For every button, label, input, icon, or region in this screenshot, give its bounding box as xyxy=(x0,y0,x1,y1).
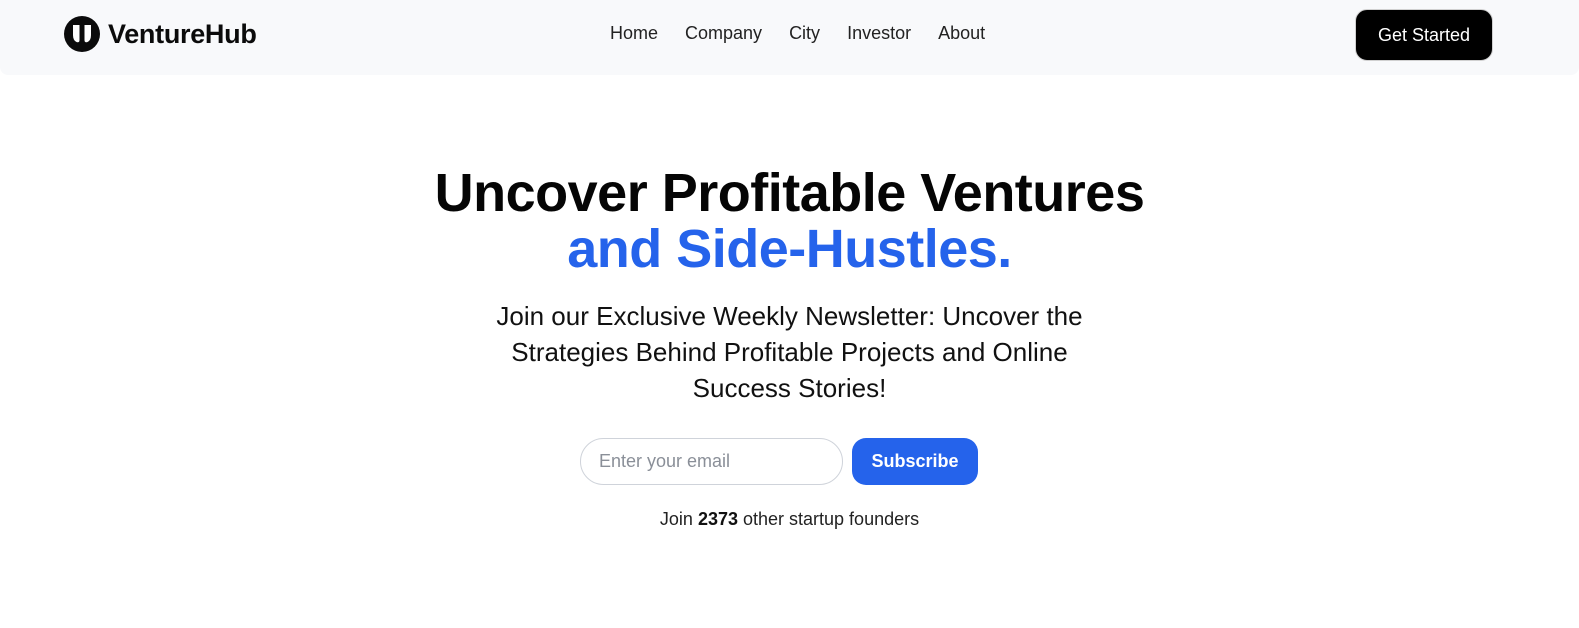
hero-section: Uncover Profitable Ventures and Side-Hus… xyxy=(0,165,1579,406)
subscribe-button[interactable]: Subscribe xyxy=(852,438,978,485)
social-proof-prefix: Join xyxy=(659,509,693,529)
brand-name: VentureHub xyxy=(108,18,257,49)
nav-link-investor[interactable]: Investor xyxy=(847,23,911,44)
venturehub-logo-icon xyxy=(64,16,100,52)
nav-link-about[interactable]: About xyxy=(938,23,985,44)
nav-link-city[interactable]: City xyxy=(789,23,820,44)
main-nav: Home Company City Investor About xyxy=(610,23,985,44)
social-proof: Join 2373 other startup founders xyxy=(0,509,1579,530)
hero-headline-accent: and Side-Hustles. xyxy=(567,219,1012,279)
nav-link-company[interactable]: Company xyxy=(685,23,762,44)
hero-headline: Uncover Profitable Ventures and Side-Hus… xyxy=(0,165,1579,277)
social-proof-suffix: other startup founders xyxy=(743,509,920,529)
nav-link-home[interactable]: Home xyxy=(610,23,658,44)
brand-logo-link[interactable]: VentureHub xyxy=(64,16,257,52)
newsletter-signup-form: Subscribe xyxy=(580,438,978,485)
get-started-button[interactable]: Get Started xyxy=(1355,9,1493,61)
top-navbar: VentureHub Home Company City Investor Ab… xyxy=(0,0,1579,75)
hero-subheadline: Join our Exclusive Weekly Newsletter: Un… xyxy=(496,301,1083,403)
hero-headline-line1: Uncover Profitable Ventures xyxy=(434,163,1145,223)
founder-count: 2373 xyxy=(697,509,738,529)
email-input[interactable] xyxy=(580,438,843,485)
